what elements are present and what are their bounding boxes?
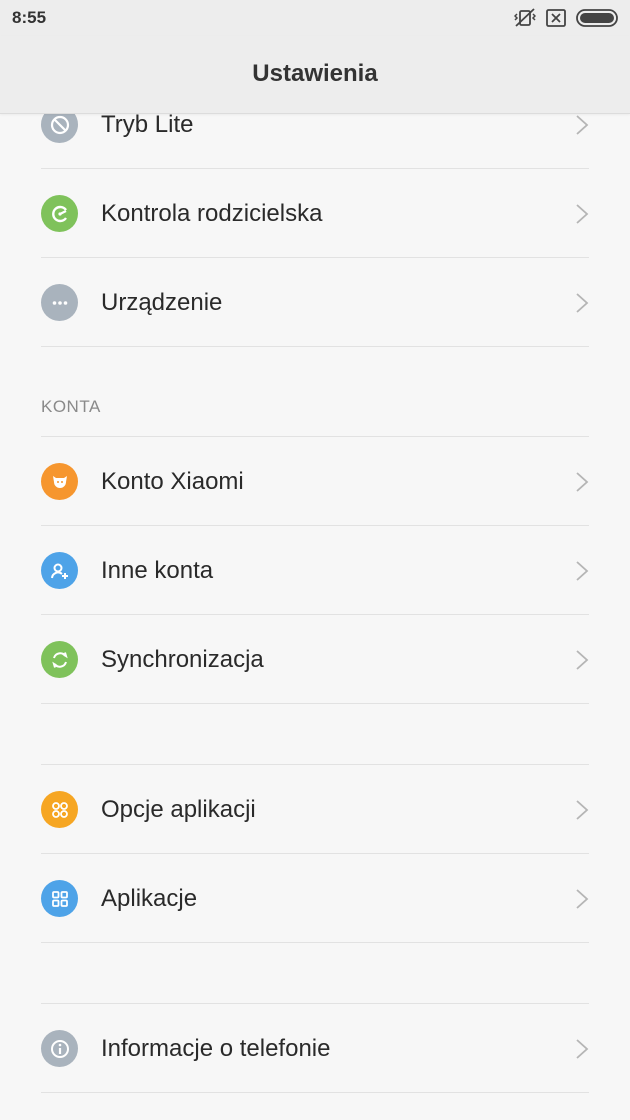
more-dots-icon [41,284,78,321]
settings-list: Tryb Lite Kontrola rodzicielska Urządzen… [0,114,630,1093]
section-header-accounts: KONTA [0,347,630,437]
battery-icon [576,9,618,27]
chevron-right-icon [576,889,589,909]
status-bar: 8:55 [0,0,630,36]
settings-item-device[interactable]: Urządzenie [0,258,630,347]
chevron-right-icon [576,650,589,670]
settings-item-sync[interactable]: Synchronizacja [0,615,630,704]
settings-item-lite-mode[interactable]: Tryb Lite [0,114,630,169]
settings-item-apps[interactable]: Aplikacje [0,854,630,943]
settings-item-label: Urządzenie [101,289,223,316]
page-title: Ustawienia [252,60,378,87]
app-options-icon [41,791,78,828]
lite-mode-icon [41,114,78,143]
settings-item-label: Tryb Lite [101,114,194,138]
parental-control-icon [41,195,78,232]
settings-item-other-accounts[interactable]: Inne konta [0,526,630,615]
sync-icon [41,641,78,678]
settings-item-label: Inne konta [101,557,214,584]
chevron-right-icon [576,115,589,135]
settings-item-label: Synchronizacja [101,646,264,673]
chevron-right-icon [576,472,589,492]
add-user-icon [41,552,78,589]
settings-item-parental-control[interactable]: Kontrola rodzicielska [0,169,630,258]
settings-list-viewport[interactable]: Tryb Lite Kontrola rodzicielska Urządzen… [0,114,630,1120]
no-sim-icon [546,9,566,27]
title-bar: Ustawienia [0,36,630,114]
status-time: 8:55 [12,8,47,27]
section-header-label: KONTA [41,397,101,416]
section-spacer [0,704,630,765]
chevron-right-icon [576,561,589,581]
settings-item-label: Opcje aplikacji [101,796,256,823]
settings-item-label: Aplikacje [101,885,198,912]
settings-item-xiaomi-account[interactable]: Konto Xiaomi [0,437,630,526]
status-icons [514,8,620,28]
chevron-right-icon [576,800,589,820]
section-spacer [0,943,630,1004]
chevron-right-icon [576,204,589,224]
chevron-right-icon [576,1039,589,1059]
vibrate-off-icon [514,8,536,27]
apps-grid-icon [41,880,78,917]
settings-item-label: Kontrola rodzicielska [101,200,323,227]
info-icon [41,1030,78,1067]
settings-item-label: Informacje o telefonie [101,1035,331,1062]
settings-item-about-phone[interactable]: Informacje o telefonie [0,1004,630,1093]
divider [41,1092,589,1093]
mi-account-icon [41,463,78,500]
settings-item-app-options[interactable]: Opcje aplikacji [0,765,630,854]
chevron-right-icon [576,293,589,313]
settings-item-label: Konto Xiaomi [101,468,244,495]
